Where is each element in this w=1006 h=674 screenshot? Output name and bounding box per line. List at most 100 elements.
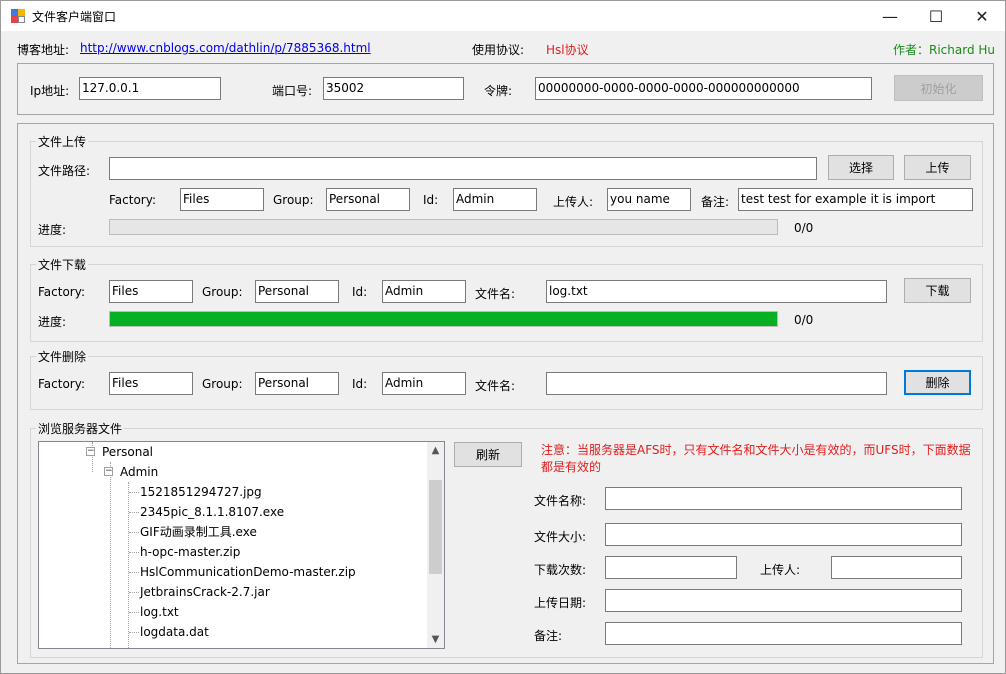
download-count-label: 下载次数: (534, 563, 587, 577)
upload-remark-label: 备注: (701, 195, 730, 209)
tree-file-item[interactable]: JetbrainsCrack-2.7.jar (140, 582, 270, 602)
minimize-icon: — (882, 6, 898, 26)
upload-progress-text: 0/0 (794, 221, 814, 235)
upload-factory-label: Factory: (109, 193, 157, 207)
file-remark-input[interactable] (605, 622, 962, 645)
upload-group-input[interactable]: Personal (326, 188, 410, 211)
file-name-input[interactable] (605, 487, 962, 510)
author-label: 作者：Richard Hu (893, 43, 996, 57)
tree-file-item[interactable]: GIF动画录制工具.exe (140, 522, 257, 542)
tree-branch (129, 492, 139, 493)
upload-path-input[interactable] (109, 157, 817, 180)
server-note: 注意：当服务器是AFS时，只有文件名和文件大小是有效的，而UFS时，下面数据都是… (541, 443, 971, 474)
download-group (30, 264, 983, 342)
protocol-value: Hsl协议 (546, 43, 589, 57)
client-window: 文件客户端窗口 — ☐ ✕ 博客地址: http://www.cnblogs.c… (0, 0, 1006, 674)
tree-node-label: Personal (102, 445, 154, 459)
close-icon: ✕ (975, 6, 989, 26)
file-uploader-input[interactable] (831, 556, 962, 579)
download-button[interactable]: 下载 (904, 278, 971, 303)
download-id-input[interactable]: Admin (382, 280, 466, 303)
blog-link[interactable]: http://www.cnblogs.com/dathlin/p/7885368… (80, 41, 371, 55)
tree-line (128, 482, 129, 648)
download-group-title: 文件下载 (36, 256, 89, 273)
title-bar: 文件客户端窗口 — ☐ ✕ (1, 1, 1005, 31)
tree-file-item[interactable]: logdata.dat (140, 622, 209, 642)
tree-file-item[interactable]: 1521851294727.jpg (140, 482, 262, 502)
delete-id-input[interactable]: Admin (382, 372, 466, 395)
delete-group-title: 文件删除 (36, 348, 89, 365)
file-remark-label: 备注: (534, 629, 563, 643)
download-group-label: Group: (202, 285, 243, 299)
window-title: 文件客户端窗口 (32, 10, 117, 24)
port-input[interactable]: 35002 (323, 77, 464, 100)
delete-filename-label: 文件名: (475, 379, 516, 393)
scroll-up-icon[interactable]: ▲ (427, 442, 444, 459)
app-icon (11, 9, 25, 23)
select-file-button[interactable]: 选择 (828, 155, 894, 180)
file-uploader-label: 上传人: (760, 563, 801, 577)
download-filename-label: 文件名: (475, 287, 516, 301)
upload-remark-input[interactable]: test test for example it is import (738, 188, 973, 211)
close-button[interactable]: ✕ (959, 1, 1005, 31)
uploader-input[interactable]: you name (607, 188, 691, 211)
tree-branch (129, 512, 139, 513)
delete-button[interactable]: 删除 (904, 370, 971, 395)
upload-progress-label: 进度: (38, 223, 67, 237)
download-progress-label: 进度: (38, 315, 67, 329)
tree-branch (129, 612, 139, 613)
init-button[interactable]: 初始化 (894, 75, 983, 101)
delete-factory-label: Factory: (38, 377, 86, 391)
download-group-input[interactable]: Personal (255, 280, 339, 303)
scroll-thumb[interactable] (429, 480, 442, 574)
delete-id-label: Id: (352, 377, 368, 391)
delete-group-label: Group: (202, 377, 243, 391)
delete-group-input[interactable]: Personal (255, 372, 339, 395)
upload-date-label: 上传日期: (534, 596, 587, 610)
server-file-tree[interactable]: − Personal − Admin 1521851294727.jpg 234… (38, 441, 445, 649)
download-filename-input[interactable]: log.txt (546, 280, 887, 303)
minimize-button[interactable]: — (867, 1, 913, 31)
upload-progress-bar (109, 219, 778, 235)
upload-date-input[interactable] (605, 589, 962, 612)
upload-id-label: Id: (423, 193, 439, 207)
scroll-down-icon[interactable]: ▼ (427, 631, 444, 648)
delete-filename-input[interactable] (546, 372, 887, 395)
upload-group-title: 文件上传 (36, 133, 89, 150)
uploader-label: 上传人: (553, 195, 594, 209)
port-label: 端口号: (272, 84, 313, 98)
ip-input[interactable]: 127.0.0.1 (79, 77, 221, 100)
file-size-input[interactable] (605, 523, 962, 546)
tree-branch (129, 532, 139, 533)
upload-factory-input[interactable]: Files (180, 188, 264, 211)
tree-scrollbar[interactable]: ▲ ▼ (427, 442, 444, 648)
upload-group-label: Group: (273, 193, 314, 207)
tree-file-item[interactable]: HslCommunicationDemo-master.zip (140, 562, 356, 582)
download-progress-fill (110, 312, 777, 326)
download-factory-input[interactable]: Files (109, 280, 193, 303)
collapse-icon[interactable]: − (104, 467, 113, 476)
upload-id-input[interactable]: Admin (453, 188, 537, 211)
tree-branch (129, 592, 139, 593)
delete-factory-input[interactable]: Files (109, 372, 193, 395)
tree-file-item[interactable]: log.txt (140, 602, 179, 622)
collapse-icon[interactable]: − (86, 447, 95, 456)
file-size-label: 文件大小: (534, 530, 587, 544)
download-progress-text: 0/0 (794, 313, 814, 327)
token-label: 令牌: (484, 84, 513, 98)
download-factory-label: Factory: (38, 285, 86, 299)
file-name-label: 文件名称: (534, 494, 587, 508)
download-id-label: Id: (352, 285, 368, 299)
browse-group-title: 浏览服务器文件 (36, 420, 125, 437)
tree-file-item[interactable]: h-opc-master.zip (140, 542, 240, 562)
refresh-button[interactable]: 刷新 (454, 442, 522, 467)
upload-button[interactable]: 上传 (904, 155, 971, 180)
maximize-button[interactable]: ☐ (913, 1, 959, 31)
maximize-icon: ☐ (928, 6, 944, 26)
tree-branch (129, 552, 139, 553)
download-count-input[interactable] (605, 556, 737, 579)
blog-label: 博客地址: (17, 43, 70, 57)
tree-file-item[interactable]: 2345pic_8.1.1.8107.exe (140, 502, 284, 522)
token-input[interactable]: 00000000-0000-0000-0000-000000000000 (535, 77, 872, 100)
tree-branch (129, 632, 139, 633)
